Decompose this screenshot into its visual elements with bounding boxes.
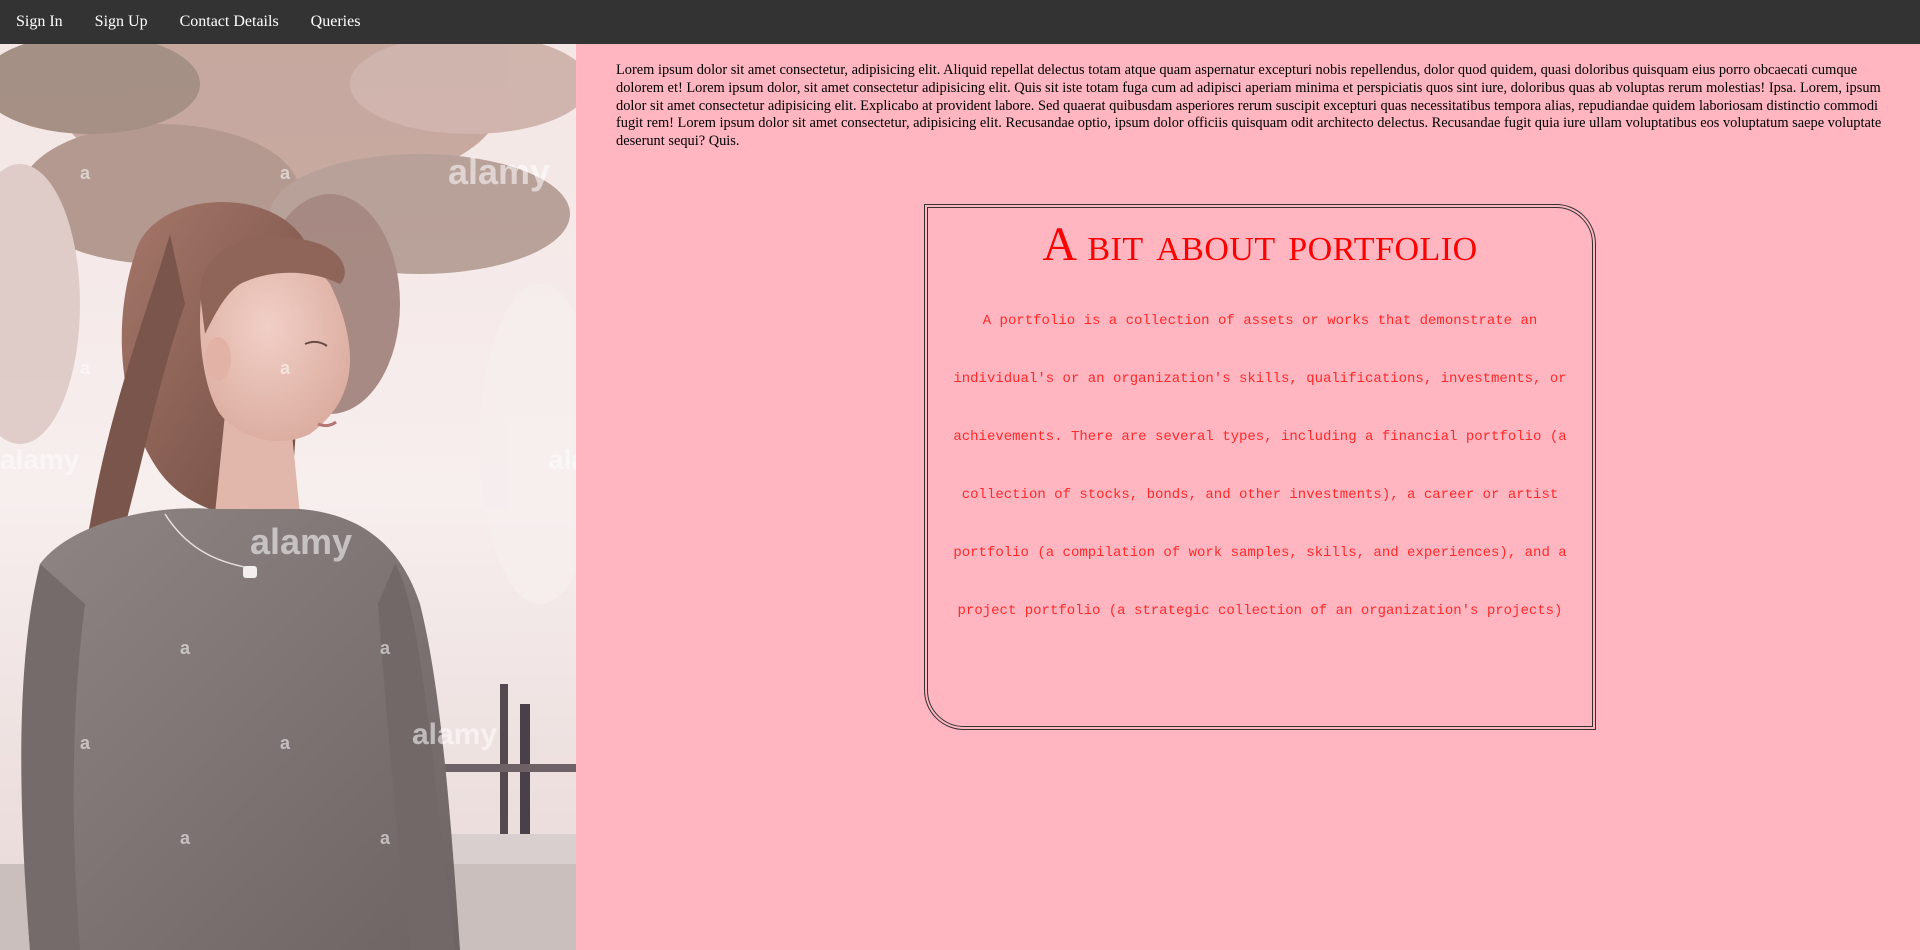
watermark-text: alamy — [0, 444, 80, 475]
watermark-letter: a — [80, 358, 91, 378]
intro-paragraph: Lorem ipsum dolor sit amet consectetur, … — [616, 62, 1882, 150]
watermark-letter: a — [180, 638, 191, 658]
watermark-text: alamy — [548, 444, 576, 475]
portfolio-card-body: A portfolio is a collection of assets or… — [953, 313, 1567, 619]
watermark-letter: a — [80, 733, 91, 753]
watermark-letter: a — [380, 828, 391, 848]
top-navigation-bar: Sign In Sign Up Contact Details Queries — [0, 0, 1920, 44]
watermark-letter: a — [380, 638, 391, 658]
nav-link-queries[interactable]: Queries — [295, 0, 377, 44]
portfolio-card-title: A bit about portfolio — [1042, 218, 1478, 271]
nav-link-contact-details[interactable]: Contact Details — [164, 0, 295, 44]
woman-portrait-photo: alamy alamy alamy alamy alamy a a a a a … — [0, 44, 576, 950]
nav-link-sign-up[interactable]: Sign Up — [79, 0, 164, 44]
watermark-letter: a — [180, 828, 191, 848]
watermark-letter: a — [80, 163, 91, 183]
watermark-letter: a — [280, 358, 291, 378]
watermark-text: alamy — [448, 151, 550, 192]
watermark-text: alamy — [412, 718, 497, 751]
watermark-letter: a — [280, 163, 291, 183]
nav-link-sign-in[interactable]: Sign In — [0, 0, 79, 44]
watermark-letter: a — [280, 733, 291, 753]
watermark-text: alamy — [250, 521, 352, 562]
main-content: Lorem ipsum dolor sit amet consectetur, … — [576, 44, 1920, 950]
hero-image: alamy alamy alamy alamy alamy a a a a a … — [0, 44, 576, 950]
portfolio-card: A bit about portfolio A portfolio is a c… — [924, 204, 1596, 730]
